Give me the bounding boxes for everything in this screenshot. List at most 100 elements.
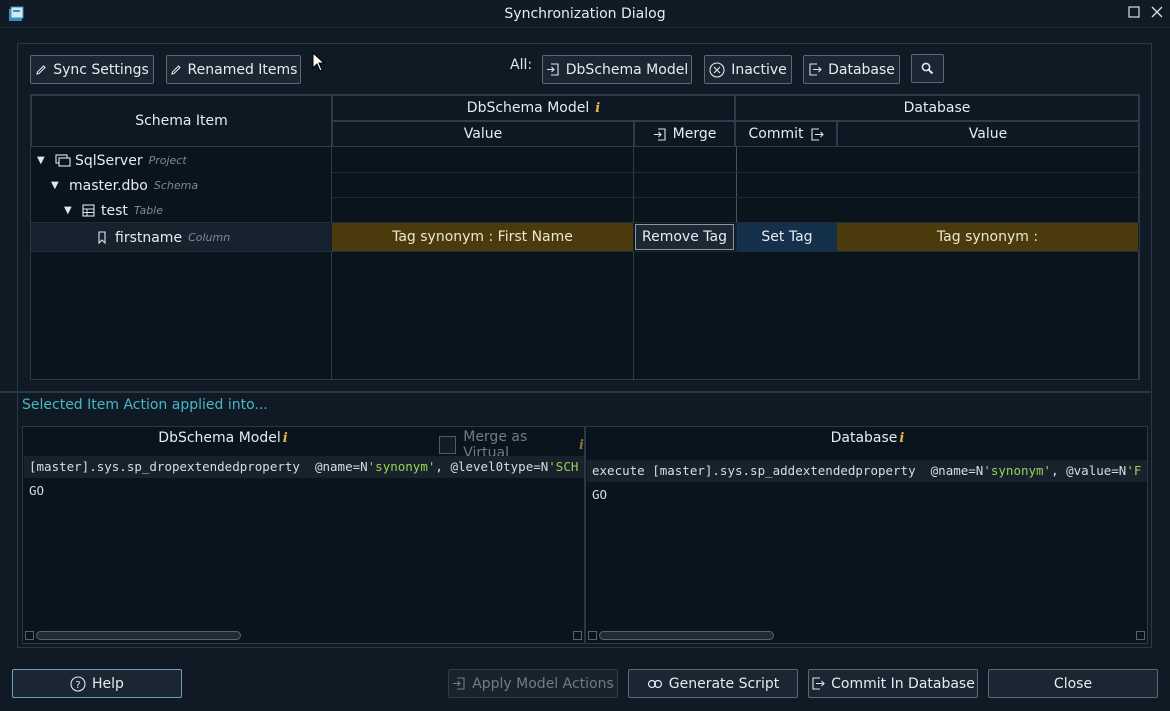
info-icon: i (282, 430, 288, 446)
column-divider (633, 147, 634, 380)
table-icon (82, 204, 95, 217)
code-string: 'synonym' (983, 463, 1052, 478)
header-schema-item-label: Schema Item (135, 113, 228, 129)
tree-item-type: Project (148, 154, 187, 167)
all-inactive-button[interactable]: Inactive (704, 55, 792, 84)
header-commit-label: Commit (748, 126, 804, 142)
header-database: Database (735, 95, 1139, 121)
model-script-pane: DbSchema Model i Merge as Virtual i [mast… (22, 426, 585, 644)
code-string: 'F (1126, 463, 1142, 478)
row-divider (31, 251, 1138, 252)
help-icon: ? (70, 675, 86, 692)
all-database-button[interactable]: Database (803, 55, 900, 84)
cancel-circle-icon (709, 61, 725, 78)
close-label: Close (1053, 675, 1093, 692)
monitor-icon (55, 153, 71, 167)
scroll-thumb[interactable] (36, 631, 241, 640)
model-horizontal-scrollbar[interactable] (25, 630, 582, 641)
import-icon (546, 63, 559, 76)
model-pane-header: DbSchema Model i (23, 427, 423, 449)
row-divider (332, 197, 1138, 198)
db-horizontal-scrollbar[interactable] (588, 630, 1145, 641)
code-string: 'SCH (548, 459, 579, 474)
row-divider (332, 172, 1138, 173)
tree-item-name: firstname (115, 229, 183, 246)
merge-cell: Remove Tag (634, 223, 735, 251)
tree-row-column[interactable]: firstname Column (97, 225, 230, 250)
model-script-line-2[interactable]: GO (29, 483, 44, 498)
info-icon: i (595, 100, 601, 116)
all-dbschema-model-button[interactable]: DbSchema Model (542, 55, 692, 84)
tree-row-project[interactable]: ▼ SqlServer Project (37, 148, 187, 173)
scroll-right-arrow[interactable] (573, 631, 582, 640)
bookmark-icon (98, 231, 106, 244)
header-model-value-label: Value (463, 126, 503, 142)
title-bar: Synchronization Dialog (0, 0, 1170, 28)
header-dbschema-model: DbSchema Model i (332, 95, 735, 121)
generate-script-button[interactable]: Generate Script (628, 669, 798, 698)
scroll-left-arrow[interactable] (588, 631, 597, 640)
maximize-icon[interactable] (1125, 5, 1143, 23)
pencil-icon (36, 64, 46, 75)
help-button[interactable]: ? Help (12, 669, 182, 698)
model-script-line-1[interactable]: [master].sys.sp_dropextendedproperty @na… (24, 456, 584, 478)
caret-down-icon[interactable]: ▼ (64, 205, 74, 216)
caret-down-icon[interactable]: ▼ (51, 180, 61, 191)
db-pane-title: Database (830, 430, 898, 446)
pencil-icon (170, 64, 181, 75)
svg-text:?: ? (75, 680, 80, 691)
tree-item-type: Column (188, 231, 231, 244)
search-button[interactable] (911, 54, 944, 83)
help-label: Help (92, 675, 124, 692)
close-button[interactable]: Close (988, 669, 1158, 698)
tree-row-schema[interactable]: ▼ master.dbo Schema (51, 173, 198, 198)
renamed-items-label: Renamed Items (187, 61, 298, 78)
tree-item-name: master.dbo (69, 177, 148, 194)
model-pane-title: DbSchema Model (158, 430, 281, 446)
header-db-value: Value (837, 121, 1139, 147)
scroll-left-arrow[interactable] (25, 631, 34, 640)
remove-tag-button[interactable]: Remove Tag (635, 224, 734, 250)
code-string: 'synonym' (367, 459, 436, 474)
info-icon: i (899, 430, 905, 446)
sync-settings-button[interactable]: Sync Settings (30, 55, 154, 84)
header-db-value-label: Value (968, 126, 1008, 142)
all-label: All: (510, 57, 533, 73)
search-icon (921, 62, 934, 75)
header-merge[interactable]: Merge (634, 121, 735, 147)
import-icon (453, 677, 465, 690)
db-script-line-2[interactable]: GO (592, 487, 607, 502)
sync-settings-label: Sync Settings (53, 61, 149, 78)
tree-item-type: Table (133, 204, 164, 217)
merge-virtual-checkbox[interactable] (439, 436, 457, 454)
set-tag-button[interactable]: Set Tag (737, 223, 837, 251)
generate-label: Generate Script (668, 675, 780, 692)
tree-item-type: Schema (153, 179, 199, 192)
splitter[interactable] (0, 391, 1152, 393)
link-icon (647, 679, 662, 688)
db-script-pane: Database i execute [master].sys.sp_addext… (585, 426, 1148, 644)
apply-model-actions-button[interactable]: Apply Model Actions (448, 669, 618, 698)
commit-label: Commit In Database (831, 675, 975, 692)
db-value-cell: Tag synonym : (837, 223, 1138, 251)
tree-row-table[interactable]: ▼ test Table (64, 198, 163, 223)
header-model-value: Value (332, 121, 634, 147)
header-commit[interactable]: Commit (735, 121, 837, 147)
header-database-label: Database (903, 100, 971, 116)
renamed-items-button[interactable]: Renamed Items (166, 55, 301, 84)
tree-item-name: test (101, 202, 128, 219)
mouse-cursor-icon (312, 52, 326, 72)
tree-item-name: SqlServer (75, 152, 143, 169)
window-title: Synchronization Dialog (504, 6, 666, 22)
db-script-line-1[interactable]: execute [master].sys.sp_addextendedprope… (587, 460, 1147, 482)
selected-action-label: Selected Item Action applied into... (22, 397, 268, 413)
code-text: execute [master].sys.sp_addextendedprope… (592, 463, 984, 478)
scroll-thumb[interactable] (599, 631, 774, 640)
header-schema-item[interactable]: Schema Item (31, 95, 332, 147)
model-value-cell: Tag synonym : First Name (332, 223, 633, 251)
commit-in-database-button[interactable]: Commit In Database (808, 669, 978, 698)
code-text: , @value=N (1051, 463, 1127, 478)
scroll-right-arrow[interactable] (1136, 631, 1145, 640)
close-icon[interactable] (1148, 5, 1166, 23)
caret-down-icon[interactable]: ▼ (37, 155, 47, 166)
